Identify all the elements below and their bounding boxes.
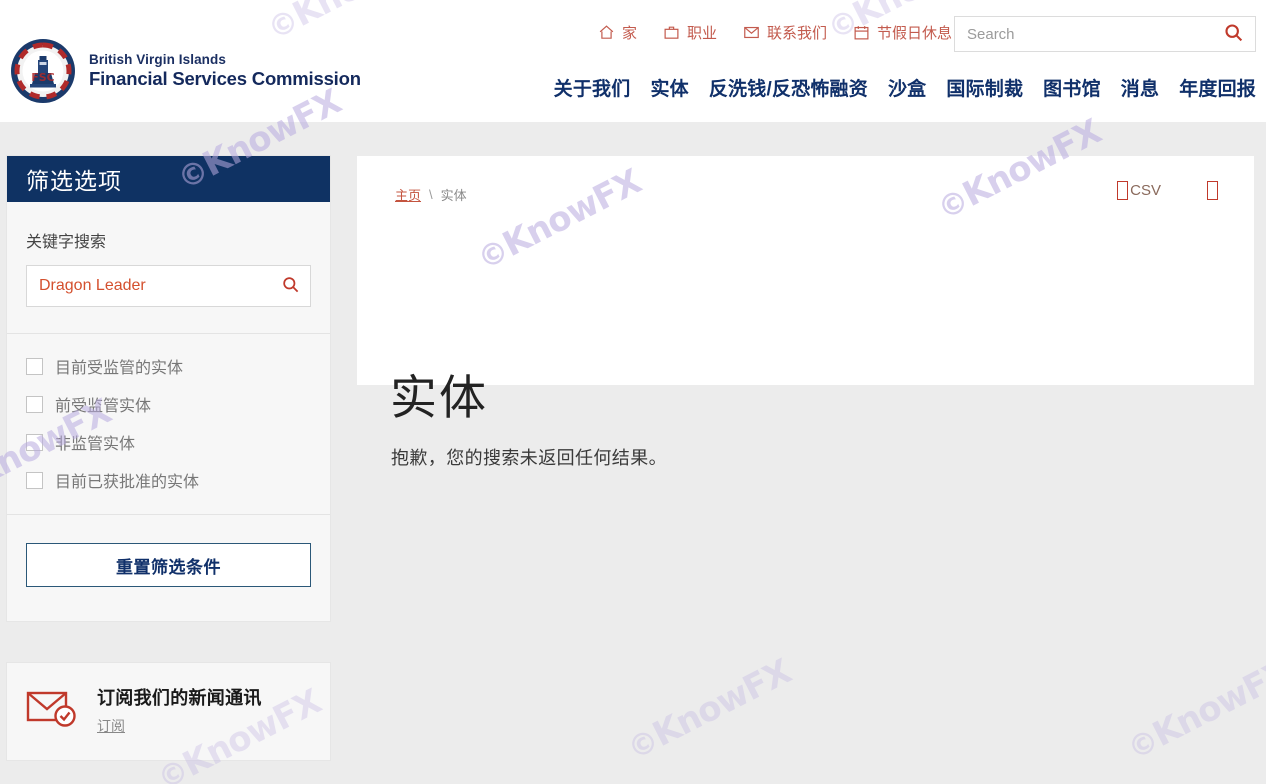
checkbox-box[interactable] <box>26 433 43 451</box>
search-icon <box>281 275 300 297</box>
checkbox-box[interactable] <box>26 471 43 489</box>
search-input[interactable] <box>955 17 1211 51</box>
svg-text:FSC: FSC <box>31 71 55 84</box>
main-nav-item-sanctions[interactable]: 国际制裁 <box>946 74 1023 101</box>
search-icon <box>1223 22 1244 46</box>
main-nav-item-library[interactable]: 图书馆 <box>1043 74 1101 101</box>
filter-checkbox-non-regulated[interactable]: 非监管实体 <box>26 430 311 454</box>
breadcrumb-separator: \ <box>429 187 433 202</box>
main-nav: 关于我们 实体 反洗钱/反恐怖融资 沙盒 国际制裁 图书馆 消息 年度回报 <box>554 74 1256 101</box>
main-nav-item-entities[interactable]: 实体 <box>650 74 688 101</box>
site-header: FSC British Virgin Islands Financial Ser… <box>0 0 1266 122</box>
checkbox-box[interactable] <box>26 357 43 375</box>
breadcrumb-home-link[interactable]: 主页 <box>395 185 421 204</box>
main-nav-item-annual-returns[interactable]: 年度回报 <box>1179 74 1256 101</box>
utility-nav-label-holidays: 节假日休息 <box>876 25 952 42</box>
checkbox-box[interactable] <box>26 395 43 413</box>
utility-nav-item-holidays[interactable]: 节假日休息 <box>853 22 952 43</box>
utility-nav: 家 职业 联系我们 节假日休息 <box>598 22 952 43</box>
utility-nav-item-contact[interactable]: 联系我们 <box>743 22 827 43</box>
calendar-icon <box>853 24 870 41</box>
brand-text: British Virgin Islands Financial Service… <box>89 52 361 90</box>
page-title: 实体 <box>390 371 488 424</box>
reset-filters-zone: 重置筛选条件 <box>7 515 330 621</box>
main-nav-item-about[interactable]: 关于我们 <box>554 74 631 101</box>
home-icon <box>598 24 615 41</box>
utility-nav-label-contact: 联系我们 <box>766 25 827 42</box>
print-icon <box>1207 181 1218 200</box>
content-panel: 主页 \ 实体 CSV <box>356 155 1255 386</box>
utility-nav-item-home[interactable]: 家 <box>598 22 637 43</box>
keyword-search-input[interactable] <box>27 266 270 306</box>
print-button[interactable] <box>1207 181 1220 200</box>
filter-checkbox-label: 目前已获批准的实体 <box>55 474 200 491</box>
newsletter-card: 订阅我们的新闻通讯 订阅 <box>6 662 331 761</box>
envelope-icon <box>743 24 760 41</box>
filter-panel-title: 筛选选项 <box>7 156 330 202</box>
content-tools: CSV <box>1117 181 1220 200</box>
no-results-message: 抱歉，您的搜索未返回任何结果。 <box>391 448 667 468</box>
newsletter-subscribe-link[interactable]: 订阅 <box>97 716 125 736</box>
search-submit-button[interactable] <box>1211 17 1255 51</box>
brand-lockup[interactable]: FSC British Virgin Islands Financial Ser… <box>10 38 361 104</box>
keyword-search-label: 关键字搜索 <box>26 234 107 251</box>
brand-line-2: Financial Services Commission <box>89 68 361 90</box>
filter-panel-body: 关键字搜索 Dragon Leader 目前受监管的实体 前受监管实体 非监管实… <box>7 202 330 515</box>
filter-checkbox-label: 非监管实体 <box>55 436 136 453</box>
fsc-seal-logo: FSC <box>10 38 76 104</box>
csv-download-button[interactable]: CSV <box>1117 181 1161 200</box>
filter-panel: 筛选选项 关键字搜索 Dragon Leader 目前受监管的实体 前受监管实体… <box>6 155 331 622</box>
filter-checkbox-label: 目前受监管的实体 <box>55 360 184 377</box>
main-nav-item-news[interactable]: 消息 <box>1121 74 1159 101</box>
csv-download-icon <box>1117 181 1129 200</box>
keyword-search-field[interactable] <box>26 265 311 307</box>
reset-filters-button[interactable]: 重置筛选条件 <box>26 543 311 587</box>
newsletter-text: 订阅我们的新闻通讯 订阅 <box>97 684 262 736</box>
main-nav-item-aml-cft[interactable]: 反洗钱/反恐怖融资 <box>709 74 868 101</box>
filter-checkbox-label: 前受监管实体 <box>55 398 152 415</box>
filter-checkbox-currently-approved[interactable]: 目前已获批准的实体 <box>26 468 311 492</box>
main-nav-item-sandbox[interactable]: 沙盒 <box>888 74 926 101</box>
page-body: 筛选选项 关键字搜索 Dragon Leader 目前受监管的实体 前受监管实体… <box>0 122 1266 784</box>
page-root: FSC British Virgin Islands Financial Ser… <box>0 0 1266 784</box>
breadcrumb: 主页 \ 实体 <box>395 185 467 204</box>
filter-checkbox-currently-regulated[interactable]: 目前受监管的实体 <box>26 354 311 378</box>
utility-nav-label-home: 家 <box>621 25 637 42</box>
filter-sidebar: 筛选选项 关键字搜索 Dragon Leader 目前受监管的实体 前受监管实体… <box>6 155 331 761</box>
utility-nav-item-careers[interactable]: 职业 <box>663 22 717 43</box>
newsletter-heading: 订阅我们的新闻通讯 <box>97 688 262 708</box>
header-search[interactable] <box>954 16 1256 52</box>
csv-download-label: CSV <box>1130 182 1161 199</box>
brand-line-1: British Virgin Islands <box>89 52 226 68</box>
utility-nav-label-careers: 职业 <box>686 25 717 42</box>
filter-checkbox-formerly-regulated[interactable]: 前受监管实体 <box>26 392 311 416</box>
keyword-search-button[interactable] <box>270 266 310 306</box>
breadcrumb-current: 实体 <box>440 188 467 203</box>
envelope-check-icon <box>26 688 78 733</box>
briefcase-icon <box>663 24 680 41</box>
filter-checkbox-group: 目前受监管的实体 前受监管实体 非监管实体 目前已获批准的实体 <box>26 334 311 514</box>
